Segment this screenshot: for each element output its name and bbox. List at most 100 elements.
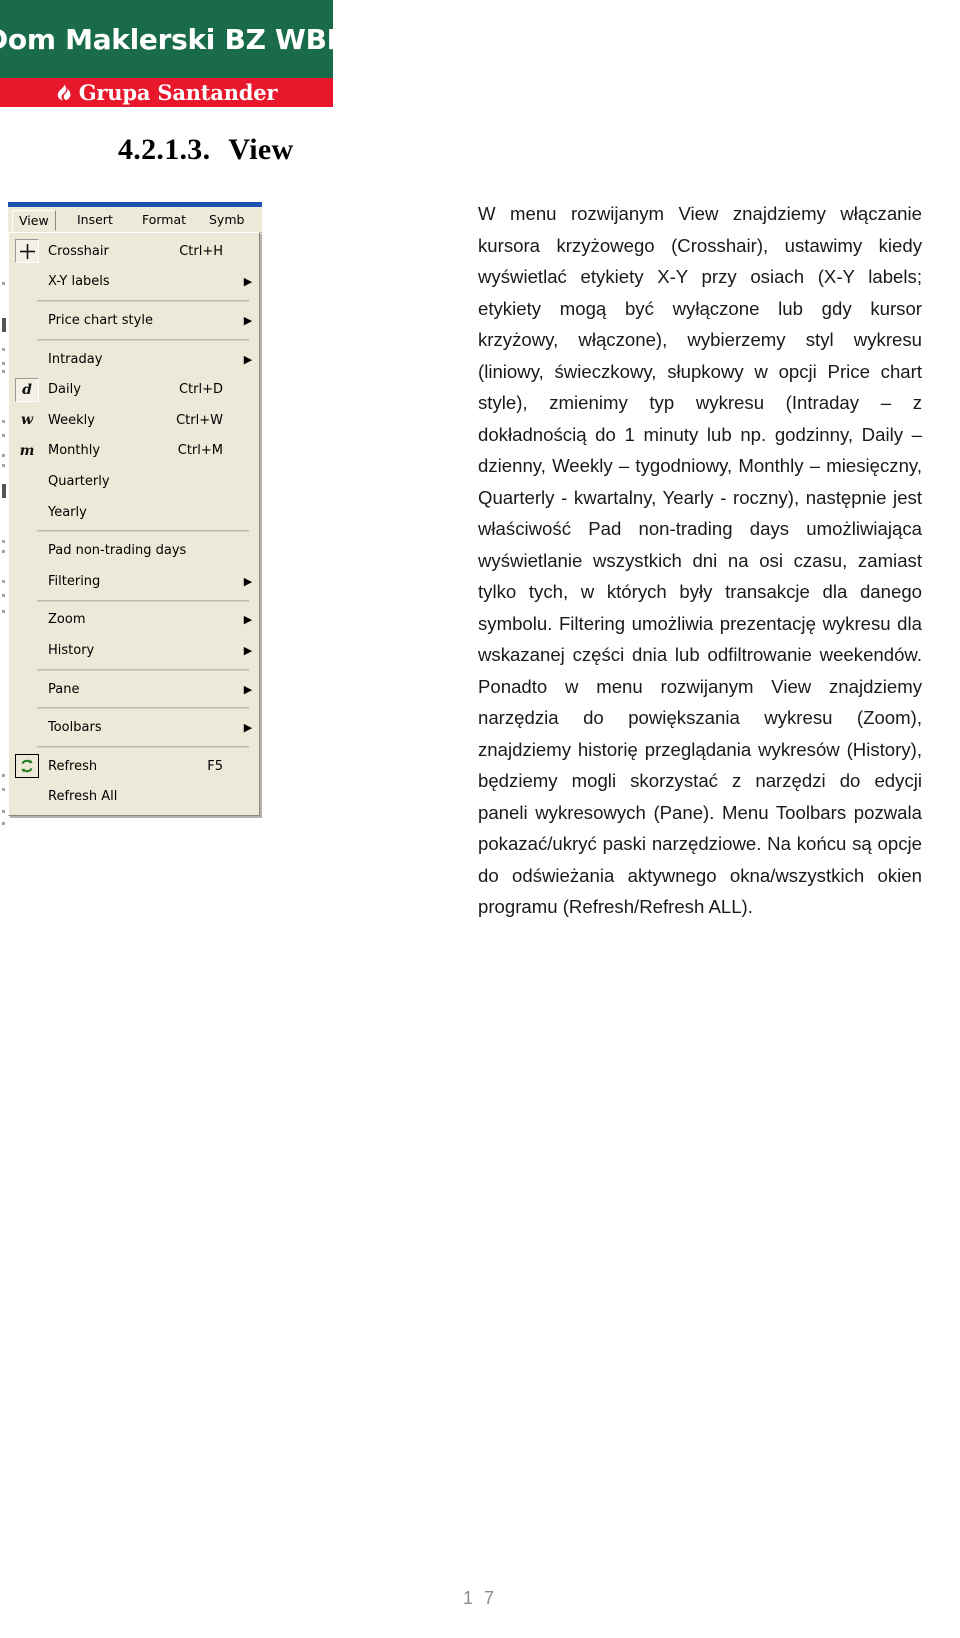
icon-cell: [9, 605, 45, 636]
icon-cell: [9, 267, 45, 298]
edge-artifact: [2, 434, 5, 437]
chevron-right-icon: ▶: [243, 613, 253, 627]
menu-item-history[interactable]: History ▶: [9, 635, 259, 666]
logo-group-name: Grupa Santander: [78, 80, 278, 105]
menu-item-pane[interactable]: Pane ▶: [9, 674, 259, 705]
menu-separator: [9, 297, 259, 305]
edge-artifact: [2, 282, 5, 285]
edge-artifact: [2, 318, 6, 332]
menu-separator: [9, 743, 259, 751]
menu-item-yearly[interactable]: Yearly: [9, 497, 259, 528]
refresh-icon: [15, 754, 39, 779]
chevron-right-icon: ▶: [243, 352, 253, 366]
menu-item-label: History: [48, 642, 95, 658]
page-number: 1 7: [462, 1588, 498, 1608]
santander-flame-icon: [56, 84, 72, 101]
menu-item-refresh[interactable]: Refresh F5: [9, 751, 259, 782]
menu-item-accel: Ctrl+M: [177, 443, 223, 459]
edge-artifact: [2, 822, 5, 825]
menu-item-crosshair[interactable]: Crosshair Ctrl+H: [9, 236, 259, 267]
edge-artifact: [2, 420, 5, 423]
menubar-item-view[interactable]: View: [12, 210, 56, 231]
icon-cell: [9, 535, 45, 566]
edge-artifact: [2, 464, 5, 467]
edge-artifact: [2, 610, 5, 613]
menu-item-accel: Ctrl+H: [179, 243, 223, 259]
logo-brand-name: Dom Maklerski BZ WBK: [0, 22, 333, 56]
chevron-right-icon: ▶: [243, 275, 253, 289]
company-logo: Dom Maklerski BZ WBK Grupa Santander: [0, 0, 333, 107]
menu-item-label: Price chart style: [48, 312, 153, 328]
menu-item-label: Toolbars: [48, 720, 102, 736]
menu-item-label: Refresh All: [48, 789, 118, 805]
edge-artifact: [2, 370, 5, 373]
daily-icon-cell: d: [9, 374, 45, 405]
menu-separator: [9, 527, 259, 535]
menu-item-filtering[interactable]: Filtering ▶: [9, 566, 259, 597]
menu-item-monthly[interactable]: m Monthly Ctrl+M: [9, 436, 259, 467]
edge-artifact: [2, 774, 5, 777]
menu-item-label: Crosshair: [48, 243, 109, 259]
daily-d-icon: d: [15, 377, 39, 402]
menu-item-label: Pane: [48, 681, 80, 697]
edge-artifact: [2, 550, 5, 553]
crosshair-icon-cell: [9, 236, 45, 267]
menu-item-intraday[interactable]: Intraday ▶: [9, 344, 259, 375]
icon-cell: [9, 344, 45, 375]
menu-item-refresh-all[interactable]: Refresh All: [9, 782, 259, 813]
menu-item-label: Weekly: [48, 412, 95, 428]
icon-cell: [9, 635, 45, 666]
page-title: 4.2.1.3. View: [118, 133, 293, 167]
menu-item-quarterly[interactable]: Quarterly: [9, 466, 259, 497]
icon-cell: [9, 305, 45, 336]
edge-artifact: [2, 362, 5, 365]
edge-artifact: [2, 454, 5, 457]
edge-artifact: [2, 484, 6, 498]
edge-artifact: [2, 594, 5, 597]
chevron-right-icon: ▶: [243, 721, 253, 735]
icon-cell: [9, 466, 45, 497]
menu-item-price-chart-style[interactable]: Price chart style ▶: [9, 305, 259, 336]
edge-artifact: [2, 348, 5, 351]
edge-artifact: [2, 788, 5, 791]
menu-item-xy-labels[interactable]: X-Y labels ▶: [9, 267, 259, 298]
menu-item-label: Filtering: [48, 573, 101, 589]
crosshair-icon: [15, 239, 39, 264]
menu-item-toolbars[interactable]: Toolbars ▶: [9, 712, 259, 743]
menu-item-label: Yearly: [48, 504, 87, 520]
menu-item-weekly[interactable]: w Weekly Ctrl+W: [9, 405, 259, 436]
chevron-right-icon: ▶: [243, 643, 253, 657]
menubar: View Insert Format Symb: [8, 207, 262, 233]
weekly-icon-cell: w: [9, 405, 45, 436]
icon-cell: [9, 566, 45, 597]
icon-cell: [9, 782, 45, 813]
edge-artifact: [2, 540, 5, 543]
menu-item-zoom[interactable]: Zoom ▶: [9, 605, 259, 636]
body-paragraph: W menu rozwijanym View znajdziemy włącza…: [478, 203, 922, 917]
menu-item-daily[interactable]: d Daily Ctrl+D: [9, 374, 259, 405]
chevron-right-icon: ▶: [243, 574, 253, 588]
menu-item-label: Monthly: [48, 443, 101, 459]
menu-item-label: Zoom: [48, 612, 86, 628]
app-menu-screenshot: View Insert Format Symb Crosshair Ctrl+H…: [0, 202, 262, 854]
heading-number: 4.2.1.3.: [118, 133, 211, 167]
monthly-m-icon: m: [19, 442, 35, 459]
logo-red-banner: Grupa Santander: [0, 78, 333, 107]
menubar-item-symbol[interactable]: Symb: [202, 210, 251, 229]
menu-item-label: Refresh: [48, 758, 98, 774]
menu-item-accel: Ctrl+D: [178, 382, 223, 398]
chevron-right-icon: ▶: [243, 313, 253, 327]
edge-artifact: [2, 580, 5, 583]
chevron-right-icon: ▶: [243, 682, 253, 696]
menubar-item-format[interactable]: Format: [135, 210, 193, 229]
menu-separator: [9, 666, 259, 674]
menubar-item-insert[interactable]: Insert: [70, 210, 120, 229]
menu-item-label: Quarterly: [48, 473, 110, 489]
menu-separator: [9, 336, 259, 344]
menu-item-pad-non-trading-days[interactable]: Pad non-trading days: [9, 535, 259, 566]
menu-item-label: Pad non-trading days: [48, 543, 187, 559]
refresh-icon-cell: [9, 751, 45, 782]
icon-cell: [9, 674, 45, 705]
view-dropdown-menu: Crosshair Ctrl+H X-Y labels ▶ Price char…: [8, 232, 260, 817]
daily-icon-glyph: d: [22, 381, 32, 398]
